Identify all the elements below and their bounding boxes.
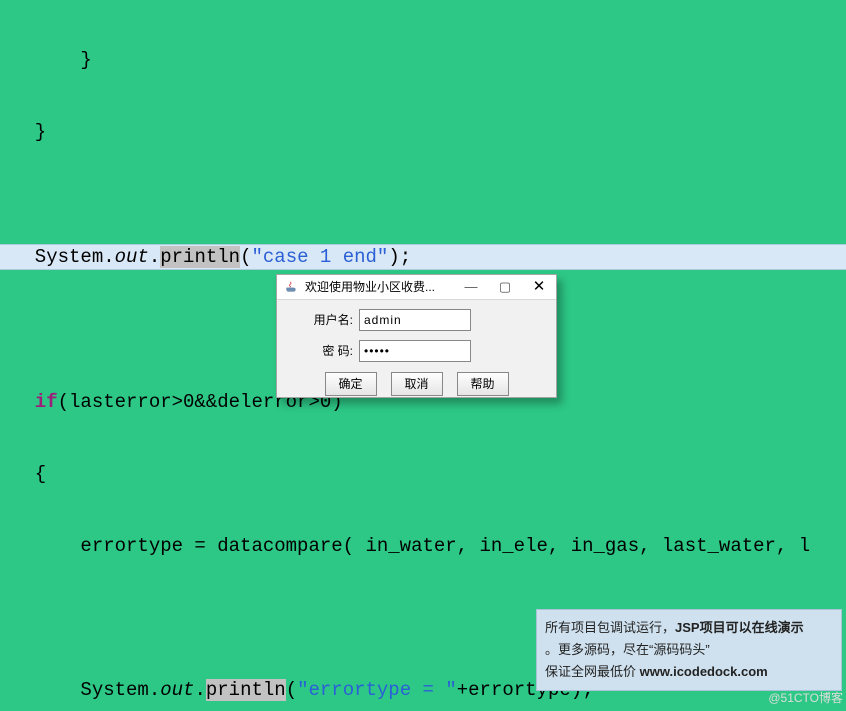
password-label: 密 码: (287, 339, 353, 363)
code-text: } (12, 49, 92, 71)
promo-text-bold: JSP项目可以在线演示 (675, 620, 804, 635)
password-input[interactable] (359, 340, 471, 362)
promo-text: 。更多源码，尽在“源码码头” (545, 642, 710, 657)
promo-text: 保证全网最低价 (545, 664, 640, 679)
promo-text: 所有项目包调试运行， (545, 620, 675, 635)
code-line-highlighted: System.out.println("case 1 end"); (0, 244, 846, 270)
help-button[interactable]: 帮助 (457, 372, 509, 396)
maximize-button[interactable]: ▢ (488, 275, 522, 299)
promo-url: www.icodedock.com (640, 664, 768, 679)
dialog-title: 欢迎使用物业小区收费... (305, 275, 454, 299)
username-label: 用户名: (287, 308, 353, 332)
watermark: @51CTO博客 (768, 686, 843, 710)
username-input[interactable] (359, 309, 471, 331)
ok-button[interactable]: 确定 (325, 372, 377, 396)
minimize-button[interactable]: — (454, 275, 488, 299)
promo-box: 所有项目包调试运行，JSP项目可以在线演示 。更多源码，尽在“源码码头” 保证全… (536, 609, 842, 691)
dialog-titlebar[interactable]: 欢迎使用物业小区收费... — ▢ ✕ (277, 275, 556, 300)
cancel-button[interactable]: 取消 (391, 372, 443, 396)
code-text: } (12, 121, 46, 143)
java-icon (283, 279, 299, 295)
login-dialog: 欢迎使用物业小区收费... — ▢ ✕ 用户名: 密 码: 确定 取消 帮助 (276, 274, 557, 398)
close-button[interactable]: ✕ (522, 275, 556, 299)
